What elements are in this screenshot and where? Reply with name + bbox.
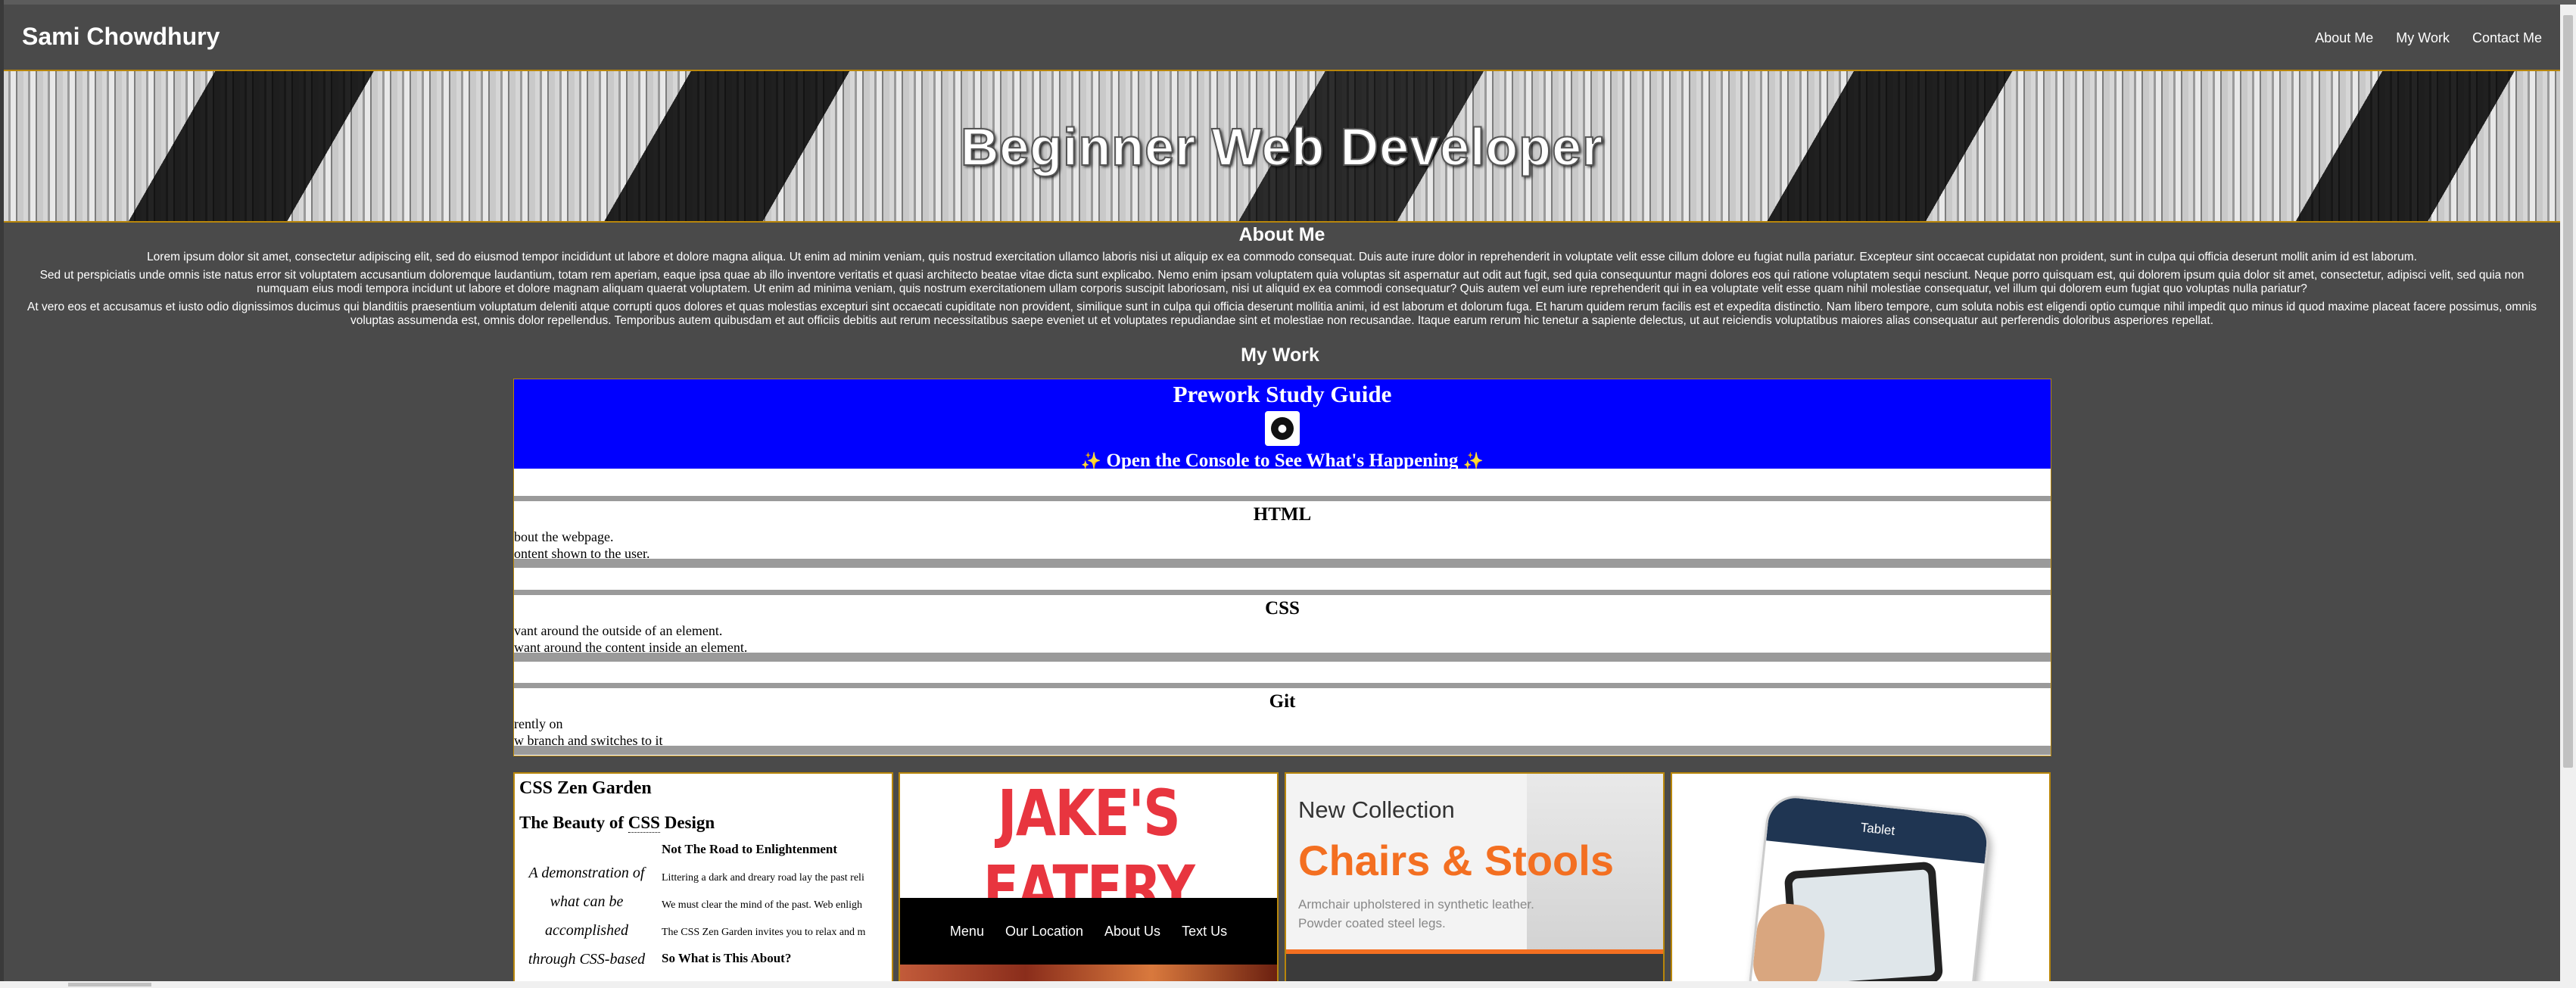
my-work-heading: My Work [1241, 344, 1319, 366]
project-tile-tablet[interactable]: Tablet [1671, 772, 2051, 984]
zen-title: CSS Zen Garden [519, 778, 652, 798]
zen-heading-b: So What is This About? [662, 951, 792, 965]
about-section: About Me Lorem ipsum dolor sit amet, con… [4, 224, 2560, 328]
jakes-menu-item[interactable]: Our Location [1005, 924, 1083, 940]
horizontal-scrollbar[interactable] [0, 981, 2560, 988]
section-heading-git: Git [1269, 691, 1296, 712]
prework-study-guide-preview[interactable]: Prework Study Guide ● ✨ Open the Console… [513, 379, 2051, 756]
hero-banner: Beginner Web Developer [4, 71, 2560, 223]
about-paragraph-1: Lorem ipsum dolor sit amet, consectetur … [147, 251, 2417, 263]
zen-paragraph: Littering a dark and dreary road lay the… [662, 872, 864, 884]
project-tile-jakes-eatery[interactable]: JAKE'S EATERY Menu Our Location About Us… [899, 772, 1279, 984]
section-text: rently on [514, 716, 563, 731]
nav-links: About Me My Work Contact Me [2315, 30, 2542, 46]
section-text: ontent shown to the user. [514, 546, 650, 561]
zen-subtitle: The Beauty of CSS Design [519, 813, 715, 833]
zen-quote: A demonstration of what can be accomplis… [528, 865, 646, 968]
project-tile-chairs-stools[interactable]: New Collection Chairs & Stools Armchair … [1285, 772, 1665, 984]
hero-title: Beginner Web Developer [960, 117, 1604, 177]
tablet-card: Tablet [1746, 793, 1992, 983]
robot-icon: ● [1265, 411, 1300, 446]
brand-name[interactable]: Sami Chowdhury [22, 23, 220, 51]
zen-paragraph: The CSS Zen Garden invites you to relax … [662, 927, 866, 938]
section-text: bout the webpage. [514, 529, 614, 544]
jakes-menu-item[interactable]: Text Us [1182, 924, 1227, 940]
chairs-kicker: New Collection [1298, 796, 1455, 823]
scrollbar-thumb[interactable] [68, 983, 151, 986]
hand-image [1750, 900, 1828, 983]
food-image-strip [900, 965, 1277, 983]
about-paragraph-2: Sed ut perspiciatis unde omnis iste natu… [39, 269, 2525, 295]
jakes-menu-item[interactable]: Menu [950, 924, 984, 940]
section-heading-html: HTML [1253, 504, 1312, 525]
prework-section-git: Git rently on w branch and switches to i… [514, 662, 2051, 755]
nav-link-contact-me[interactable]: Contact Me [2472, 30, 2542, 46]
prework-header: Prework Study Guide ● ✨ Open the Console… [514, 379, 2051, 471]
chairs-footer-bar [1286, 949, 1663, 983]
navbar: Sami Chowdhury About Me My Work Contact … [4, 5, 2560, 71]
section-text: want around the content inside an elemen… [514, 640, 748, 655]
about-paragraph-3: At vero eos et accusamus et iusto odio d… [27, 301, 2537, 327]
chairs-description: Armchair upholstered in synthetic leathe… [1298, 897, 1534, 912]
chairs-description: Powder coated steel legs. [1298, 916, 1446, 930]
tablet-card-header: Tablet [1766, 795, 1989, 864]
about-heading: About Me [1238, 224, 1325, 245]
nav-link-my-work[interactable]: My Work [2396, 30, 2450, 46]
zen-paragraph: We must clear the mind of the past. Web … [662, 899, 862, 911]
vertical-scrollbar[interactable] [2560, 5, 2576, 988]
section-heading-css: CSS [1265, 598, 1300, 619]
prework-section-html: HTML bout the webpage. ontent shown to t… [514, 469, 2051, 568]
nav-link-about-me[interactable]: About Me [2315, 30, 2373, 46]
section-text: w branch and switches to it [514, 733, 663, 748]
prework-section-css: CSS vant around the outside of an elemen… [514, 569, 2051, 662]
section-text: vant around the outside of an element. [514, 623, 723, 638]
zen-heading-a: Not The Road to Enlightenment [662, 842, 838, 856]
project-tile-css-zen-garden[interactable]: CSS Zen Garden The Beauty of CSS Design … [513, 772, 893, 984]
prework-title: Prework Study Guide [1173, 381, 1392, 407]
scrollbar-thumb[interactable] [2563, 15, 2573, 768]
chairs-title: Chairs & Stools [1298, 837, 1614, 884]
jakes-menu-item[interactable]: About Us [1104, 924, 1160, 940]
prework-subtitle-text: Open the Console to See What's Happening [1106, 450, 1459, 471]
jakes-menu-bar: Menu Our Location About Us Text Us [900, 898, 1277, 965]
